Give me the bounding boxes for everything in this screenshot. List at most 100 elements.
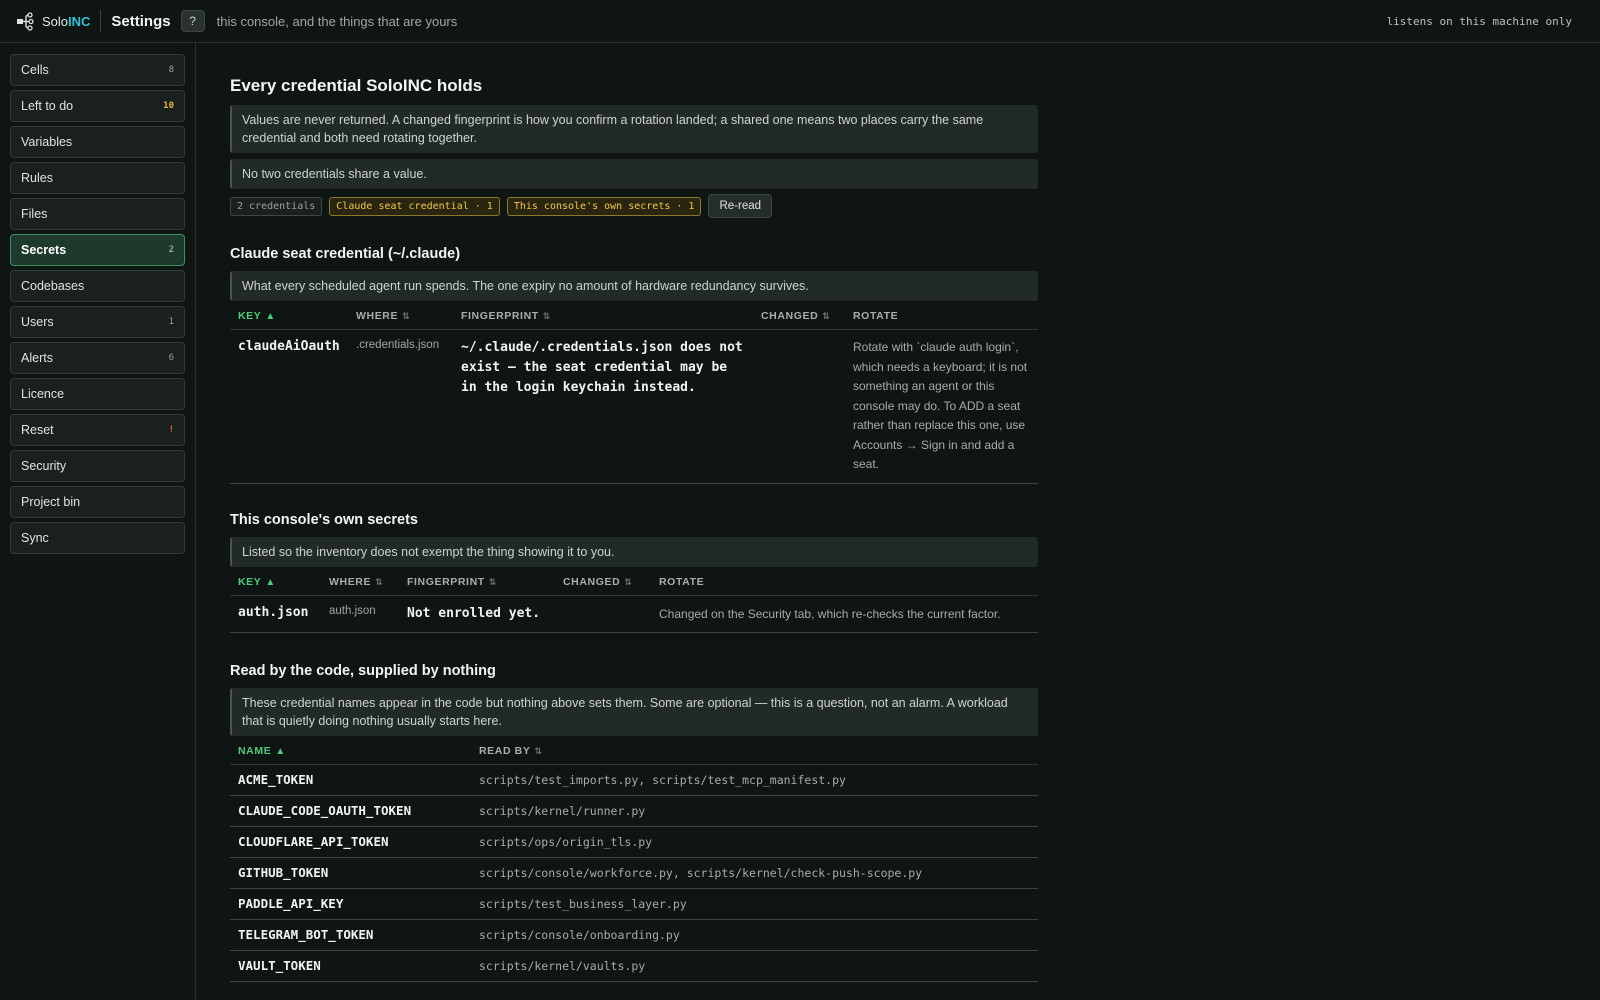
help-button[interactable]: ? <box>180 10 205 32</box>
sidebar-item-alerts[interactable]: Alerts 6 <box>10 342 185 374</box>
sidebar-item-label: Licence <box>21 387 65 401</box>
column-where-label: WHERE <box>356 310 399 322</box>
column-name[interactable]: NAME ▲ <box>230 738 471 765</box>
logo-icon <box>16 11 36 31</box>
page-subtitle: this console, and the things that are yo… <box>216 13 458 29</box>
credential-fingerprint: Not enrolled yet. <box>399 595 555 633</box>
credential-where: auth.json <box>321 595 399 633</box>
sort-icon: ⇅ <box>534 746 543 756</box>
sidebar-item-sync[interactable]: Sync <box>10 522 185 554</box>
column-where[interactable]: WHERE ⇅ <box>321 568 399 596</box>
sidebar-item-label: Files <box>21 207 48 221</box>
sidebar: Cells 8 Left to do 10 Variables Rules Files Sec… <box>0 43 196 1000</box>
sort-asc-icon: ▲ <box>265 311 276 322</box>
read-by-paths: scripts/kernel/runner.py <box>471 795 1038 827</box>
sidebar-item-security[interactable]: Security <box>10 450 185 482</box>
sidebar-item-count: 1 <box>168 317 174 327</box>
column-fingerprint-label: FINGERPRINT <box>461 310 539 322</box>
sidebar-item-count: ! <box>168 425 174 435</box>
table-row: auth.json auth.json Not enrolled yet. Ch… <box>230 595 1038 633</box>
sidebar-item-label: Cells <box>21 63 49 77</box>
sidebar-item-left-to-do[interactable]: Left to do 10 <box>10 90 185 122</box>
claude-filter-badge[interactable]: Claude seat credential · 1 <box>329 196 500 216</box>
credential-changed <box>555 595 651 633</box>
credential-name: GITHUB_TOKEN <box>230 857 471 889</box>
table-row: TELEGRAM_BOT_TOKEN scripts/console/onboar… <box>230 919 1038 951</box>
console-secrets-table: KEY ▲ WHERE ⇅ FINGERPRINT ⇅ CHANGED ⇅ ROTATE… <box>230 568 1038 634</box>
column-rotate-label: ROTATE <box>853 310 899 322</box>
sidebar-item-codebases[interactable]: Codebases <box>10 270 185 302</box>
read-by-paths: scripts/console/workforce.py, scripts/ke… <box>471 857 1038 889</box>
sort-icon: ⇅ <box>488 576 497 587</box>
column-fingerprint[interactable]: FINGERPRINT ⇅ <box>399 568 555 596</box>
sidebar-item-licence[interactable]: Licence <box>10 378 185 410</box>
credential-rotate: Rotate with `claude auth login`, which n… <box>845 329 1038 484</box>
column-key[interactable]: KEY ▲ <box>230 303 348 330</box>
claude-section-title: Claude seat credential (~/.claude) <box>230 246 461 262</box>
reread-button[interactable]: Re-read <box>708 194 773 218</box>
section-title: Every credential SoloINC holds <box>230 76 483 95</box>
credential-name: TELEGRAM_BOT_TOKEN <box>230 919 471 951</box>
column-read-by[interactable]: READ BY ⇅ <box>471 738 1038 765</box>
column-key[interactable]: KEY ▲ <box>230 568 321 596</box>
read-by-paths: scripts/test_imports.py, scripts/test_mc… <box>471 764 1038 796</box>
credential-name: CLAUDE_CODE_OAUTH_TOKEN <box>230 795 471 827</box>
listen-status: listens on this machine only <box>1386 14 1572 28</box>
credential-key: auth.json <box>230 595 321 633</box>
sidebar-item-count: 8 <box>168 65 174 75</box>
table-row: GITHUB_TOKEN scripts/console/workforce.py… <box>230 857 1038 889</box>
sidebar-item-reset[interactable]: Reset! <box>10 414 185 446</box>
sort-icon: ⇅ <box>624 576 633 587</box>
credential-name: VAULT_TOKEN <box>230 950 471 982</box>
credential-count-badge: 2 credentials <box>230 196 323 216</box>
unsupplied-section-note: These credential names appear in the cod… <box>230 688 1038 736</box>
sort-asc-icon: ▲ <box>265 576 276 588</box>
sidebar-item-secrets[interactable]: Secrets 2 <box>10 234 185 266</box>
credential-rotate: Changed on the Security tab, which re-ch… <box>651 595 1038 633</box>
sort-icon: ⇅ <box>402 311 411 321</box>
sidebar-item-users[interactable]: Users 1 <box>10 306 185 338</box>
intro-note: Values are never returned. A changed fin… <box>230 105 1038 153</box>
column-rotate-label: ROTATE <box>659 575 705 588</box>
column-key-label: KEY <box>238 310 262 322</box>
read-by-paths: scripts/ops/origin_tls.py <box>471 826 1038 858</box>
unsupplied-names-table: NAME ▲ READ BY ⇅ ACME_TOKEN scripts/test_im… <box>230 738 1038 982</box>
column-where-label: WHERE <box>329 575 372 588</box>
column-fingerprint[interactable]: FINGERPRINT ⇅ <box>453 303 753 330</box>
credential-key: claudeAiOauth <box>230 329 348 484</box>
top-bar: SoloINC Settings ? this console, and the… <box>0 0 1600 43</box>
column-changed[interactable]: CHANGED ⇅ <box>753 303 845 330</box>
column-where[interactable]: WHERE ⇅ <box>348 303 453 330</box>
sidebar-item-project-bin[interactable]: Project bin <box>10 486 185 518</box>
brand[interactable]: SoloINC <box>16 11 90 31</box>
sidebar-item-count: 6 <box>168 353 174 363</box>
column-key-label: KEY <box>238 575 262 588</box>
sidebar-item-label: Left to do <box>21 99 74 113</box>
read-by-paths: scripts/test_business_layer.py <box>471 888 1038 920</box>
sort-asc-icon: ▲ <box>275 746 286 757</box>
console-section-title: This console's own secrets <box>230 511 418 528</box>
credential-where: .credentials.json <box>348 329 453 484</box>
console-filter-badge[interactable]: This console's own secrets · 1 <box>506 196 702 216</box>
brand-prefix: Solo <box>42 13 69 29</box>
header-divider <box>100 10 102 32</box>
column-changed[interactable]: CHANGED ⇅ <box>555 568 651 596</box>
credential-fingerprint: ~/.claude/.credentials.json does not exi… <box>453 329 753 484</box>
read-by-paths: scripts/console/onboarding.py <box>471 919 1038 951</box>
sidebar-item-label: Security <box>21 459 67 473</box>
sidebar-item-files[interactable]: Files <box>10 198 185 230</box>
brand-name: SoloINC <box>42 14 90 29</box>
sidebar-item-rules[interactable]: Rules <box>10 162 185 194</box>
table-row: PADDLE_API_KEY scripts/test_business_laye… <box>230 888 1038 920</box>
table-row: CLOUDFLARE_API_TOKEN scripts/ops/origin_t… <box>230 826 1038 858</box>
brand-accent: INC <box>68 13 91 29</box>
table-row: claudeAiOauth .credentials.json ~/.claud… <box>230 329 1038 484</box>
console-section-note: Listed so the inventory does not exempt … <box>230 536 1038 567</box>
sort-icon: ⇅ <box>822 311 831 321</box>
sidebar-item-variables[interactable]: Variables <box>10 126 185 158</box>
credential-name: ACME_TOKEN <box>230 764 471 796</box>
sidebar-item-count: 2 <box>168 245 174 255</box>
sidebar-item-cells[interactable]: Cells 8 <box>10 54 185 86</box>
column-fingerprint-label: FINGERPRINT <box>407 575 485 588</box>
credential-name: PADDLE_API_KEY <box>230 888 471 920</box>
